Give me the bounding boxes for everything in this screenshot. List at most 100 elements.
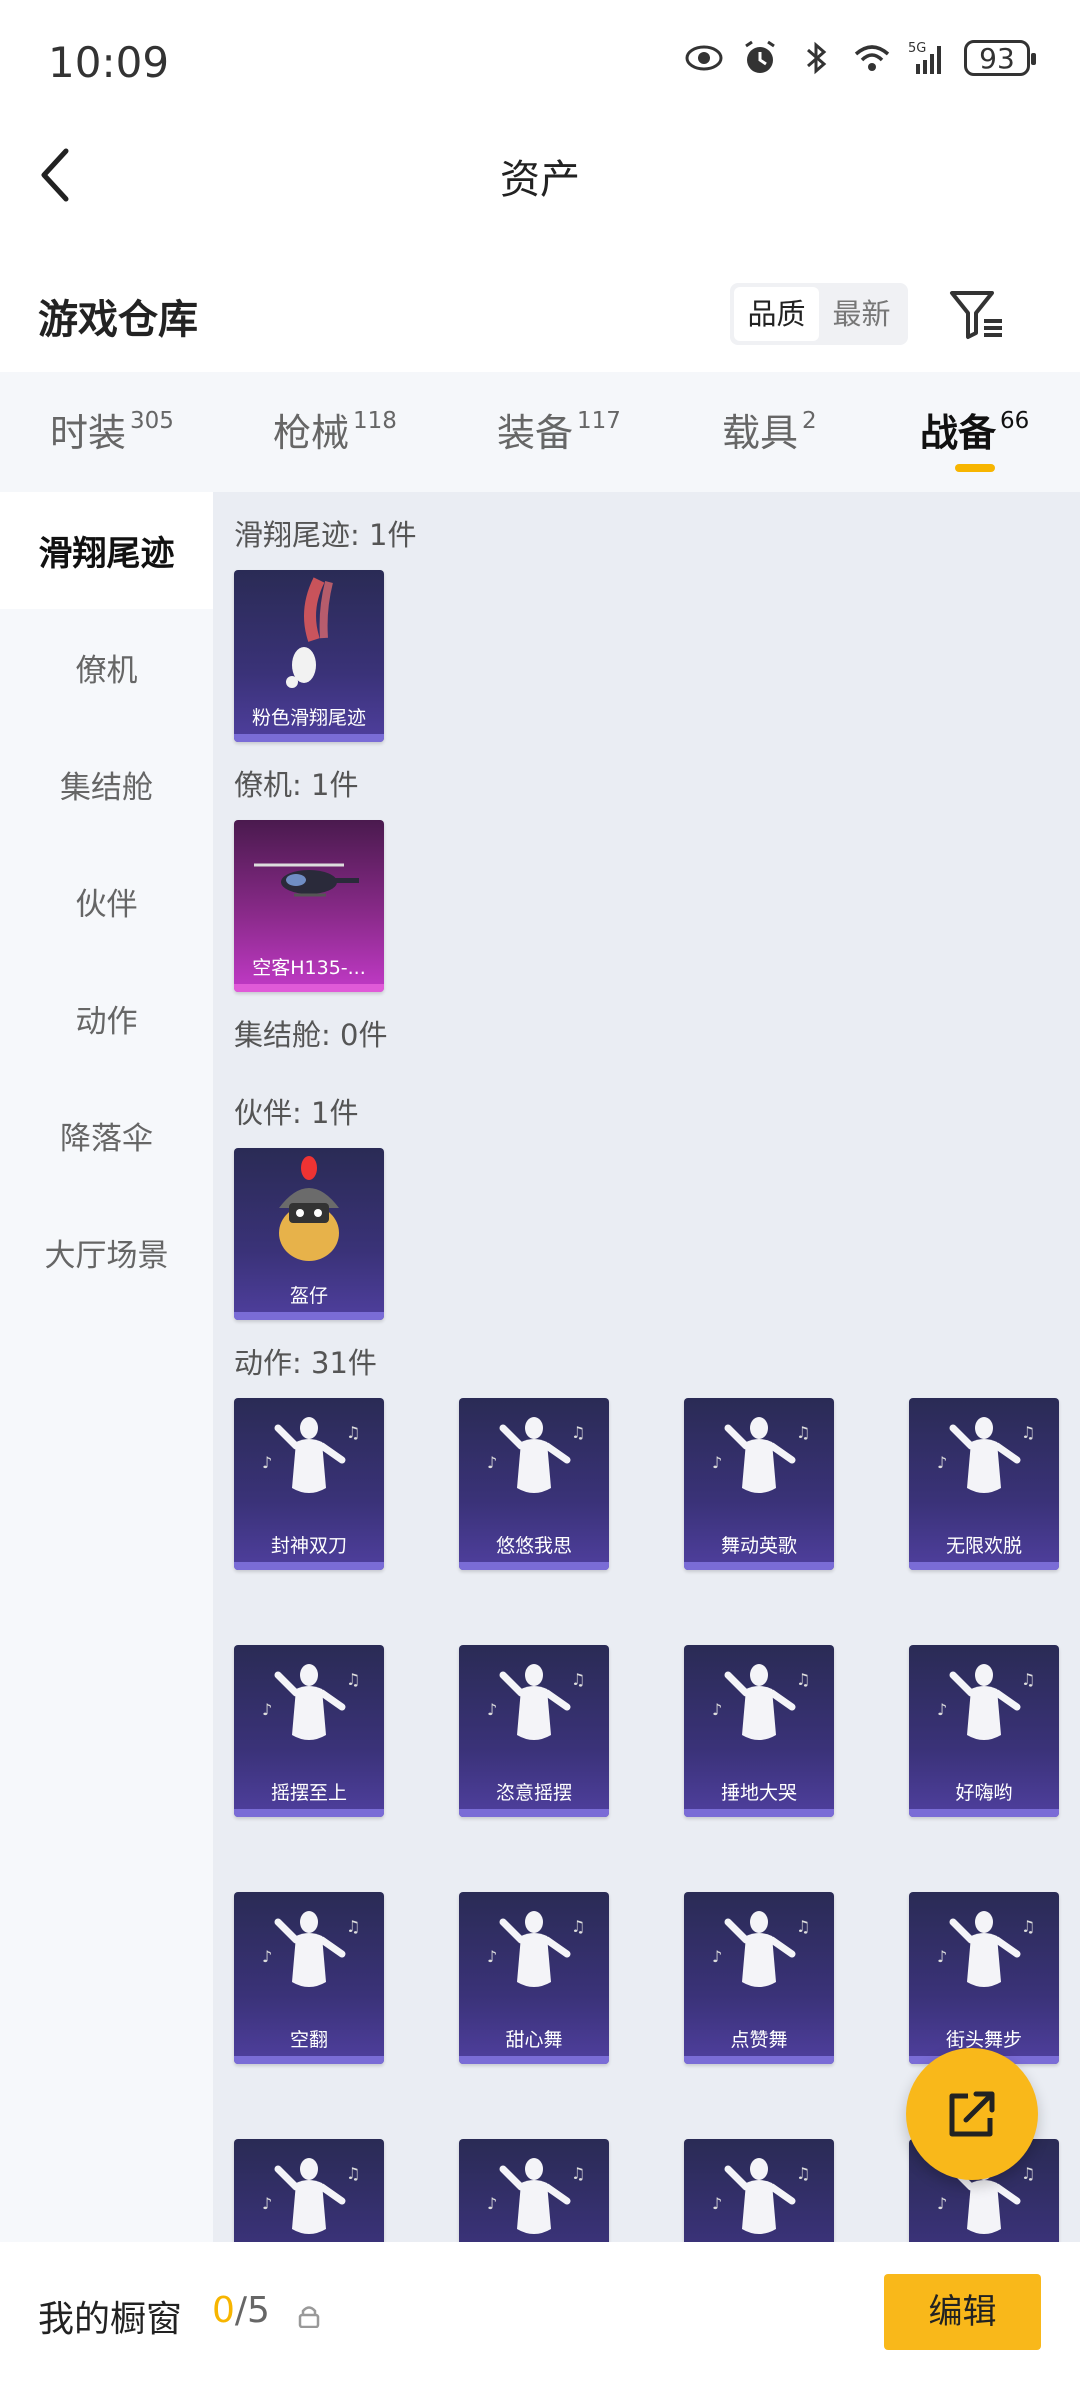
side-item-actions[interactable]: 动作 xyxy=(0,960,213,1077)
tab-label: 载具 xyxy=(722,411,799,455)
sort-toggle: 品质 最新 xyxy=(730,283,908,345)
svg-text:♫: ♫ xyxy=(571,1423,585,1442)
action-card[interactable]: ♪ ♫ 封神双刀 xyxy=(234,1398,384,1570)
tab-vehicles[interactable]: 载具 2 xyxy=(722,402,817,457)
svg-text:♪: ♪ xyxy=(712,2194,722,2213)
rarity-strip xyxy=(459,2056,609,2064)
rarity-strip xyxy=(684,1809,834,1817)
section-title-partner: 伙伴: 1件 xyxy=(234,1096,359,1130)
signal-5g-icon: 5G xyxy=(908,41,941,74)
active-tab-indicator xyxy=(955,464,995,472)
svg-text:♫: ♫ xyxy=(1021,1917,1035,1936)
rarity-strip xyxy=(459,1809,609,1817)
tab-guns[interactable]: 枪械 118 xyxy=(273,402,397,457)
rarity-strip xyxy=(234,2056,384,2064)
action-card[interactable]: ♪ ♫ xyxy=(684,2139,834,2242)
action-card[interactable]: ♪ ♫ xyxy=(234,2139,384,2242)
status-icons: 5G 93 xyxy=(684,38,1036,78)
action-card[interactable]: ♪ ♫ 点赞舞 xyxy=(684,1892,834,2064)
item-card[interactable]: 粉色滑翔尾迹 xyxy=(234,570,384,742)
tab-count: 66 xyxy=(1000,408,1030,435)
status-bar: 10:09 5G 93 xyxy=(0,0,1080,125)
svg-text:♪: ♪ xyxy=(487,1700,497,1719)
bluetooth-icon xyxy=(807,41,827,75)
showcase-count-total: /5 xyxy=(234,2290,270,2331)
item-label: 甜心舞 xyxy=(505,2029,563,2051)
side-item-parachute[interactable]: 降落伞 xyxy=(0,1077,213,1194)
side-item-partner[interactable]: 伙伴 xyxy=(0,843,213,960)
svg-text:♫: ♫ xyxy=(796,1917,810,1936)
eye-icon xyxy=(685,45,723,71)
item-label: 摇摆至上 xyxy=(270,1782,347,1804)
tab-equipment[interactable]: 装备 117 xyxy=(497,402,621,457)
action-figure-art: ♪♫ xyxy=(712,1417,810,1493)
action-card[interactable]: ♪ ♫ 甜心舞 xyxy=(459,1892,609,2064)
rarity-strip xyxy=(684,1562,834,1570)
action-figure-art: ♪♫ xyxy=(712,2158,810,2234)
side-menu: 滑翔尾迹 僚机 集结舱 伙伴 动作 降落伞 大厅场景 xyxy=(0,492,213,2242)
tab-count: 118 xyxy=(353,408,397,435)
side-item-glide-trail[interactable]: 滑翔尾迹 xyxy=(0,492,213,609)
item-label: 封神双刀 xyxy=(270,1535,347,1557)
nav-bar: 资产 xyxy=(0,125,1080,225)
edit-button[interactable]: 编辑 xyxy=(884,2274,1041,2350)
tab-fashion[interactable]: 时装 305 xyxy=(50,402,174,457)
action-figure-art: ♪♫ xyxy=(712,1664,810,1740)
action-card[interactable]: ♪ ♫ xyxy=(459,2139,609,2242)
rarity-strip xyxy=(684,2056,834,2064)
svg-text:♪: ♪ xyxy=(712,1947,722,1966)
svg-text:♫: ♫ xyxy=(346,1670,360,1689)
tab-count: 305 xyxy=(130,408,174,435)
action-card[interactable]: ♪ ♫ 摇摆至上 xyxy=(234,1645,384,1817)
svg-text:♪: ♪ xyxy=(262,1700,272,1719)
action-card[interactable]: ♪ ♫ 好嗨哟 xyxy=(909,1645,1059,1817)
rarity-strip xyxy=(234,1809,384,1817)
item-label: 空翻 xyxy=(289,2029,328,2051)
side-item-wingman[interactable]: 僚机 xyxy=(0,609,213,726)
svg-text:♫: ♫ xyxy=(346,1423,360,1442)
page-title: 资产 xyxy=(500,157,580,203)
svg-text:♪: ♪ xyxy=(937,1700,947,1719)
glide-trail-art xyxy=(286,577,333,688)
helicopter-art xyxy=(254,863,359,897)
side-item-lobby-scene[interactable]: 大厅场景 xyxy=(0,1194,213,1311)
svg-text:♪: ♪ xyxy=(937,1947,947,1966)
lock-icon xyxy=(298,2306,320,2328)
tab-label: 时装 xyxy=(50,411,127,455)
action-card[interactable]: ♪ ♫ 空翻 xyxy=(234,1892,384,2064)
showcase-count: 0/5 xyxy=(212,2290,270,2331)
action-figure-art: ♪♫ xyxy=(487,1417,585,1493)
showcase-count-current: 0 xyxy=(212,2290,235,2331)
filter-icon[interactable] xyxy=(948,285,1006,343)
item-card[interactable]: 空客H135-... xyxy=(234,820,384,992)
side-item-rally-pod[interactable]: 集结舱 xyxy=(0,726,213,843)
action-card[interactable]: ♪ ♫ 悠悠我思 xyxy=(459,1398,609,1570)
item-card[interactable]: 盔仔 xyxy=(234,1148,384,1320)
action-card[interactable]: ♪ ♫ 街头舞步 xyxy=(909,1892,1059,2064)
battery-icon: 93 xyxy=(964,40,1036,76)
sort-latest-button[interactable]: 最新 xyxy=(819,287,904,341)
battery-level: 93 xyxy=(979,41,1015,75)
action-card[interactable]: ♪ ♫ 无限欢脱 xyxy=(909,1398,1059,1570)
svg-text:♪: ♪ xyxy=(487,1453,497,1472)
rarity-strip xyxy=(909,1562,1059,1570)
svg-text:♪: ♪ xyxy=(937,1453,947,1472)
action-card[interactable]: ♪ ♫ 舞动英歌 xyxy=(684,1398,834,1570)
action-figure-art: ♪♫ xyxy=(937,1417,1035,1493)
action-card[interactable]: ♪ ♫ 捶地大哭 xyxy=(684,1645,834,1817)
svg-text:♫: ♫ xyxy=(346,1917,360,1936)
tab-battle-prep[interactable]: 战备 66 xyxy=(920,402,1029,457)
wifi-icon xyxy=(854,45,890,71)
share-button[interactable] xyxy=(906,2048,1038,2180)
svg-text:♪: ♪ xyxy=(262,1453,272,1472)
share-icon xyxy=(949,2091,995,2137)
svg-text:♪: ♪ xyxy=(937,2194,947,2213)
svg-text:♪: ♪ xyxy=(487,2194,497,2213)
action-card[interactable]: ♪ ♫ 恣意摇摆 xyxy=(459,1645,609,1817)
rarity-strip xyxy=(234,984,384,992)
item-label: 好嗨哟 xyxy=(955,1782,1013,1804)
svg-text:♫: ♫ xyxy=(796,1423,810,1442)
item-label: 粉色滑翔尾迹 xyxy=(251,707,366,729)
tab-label: 枪械 xyxy=(273,411,350,455)
sort-quality-button[interactable]: 品质 xyxy=(734,287,819,341)
